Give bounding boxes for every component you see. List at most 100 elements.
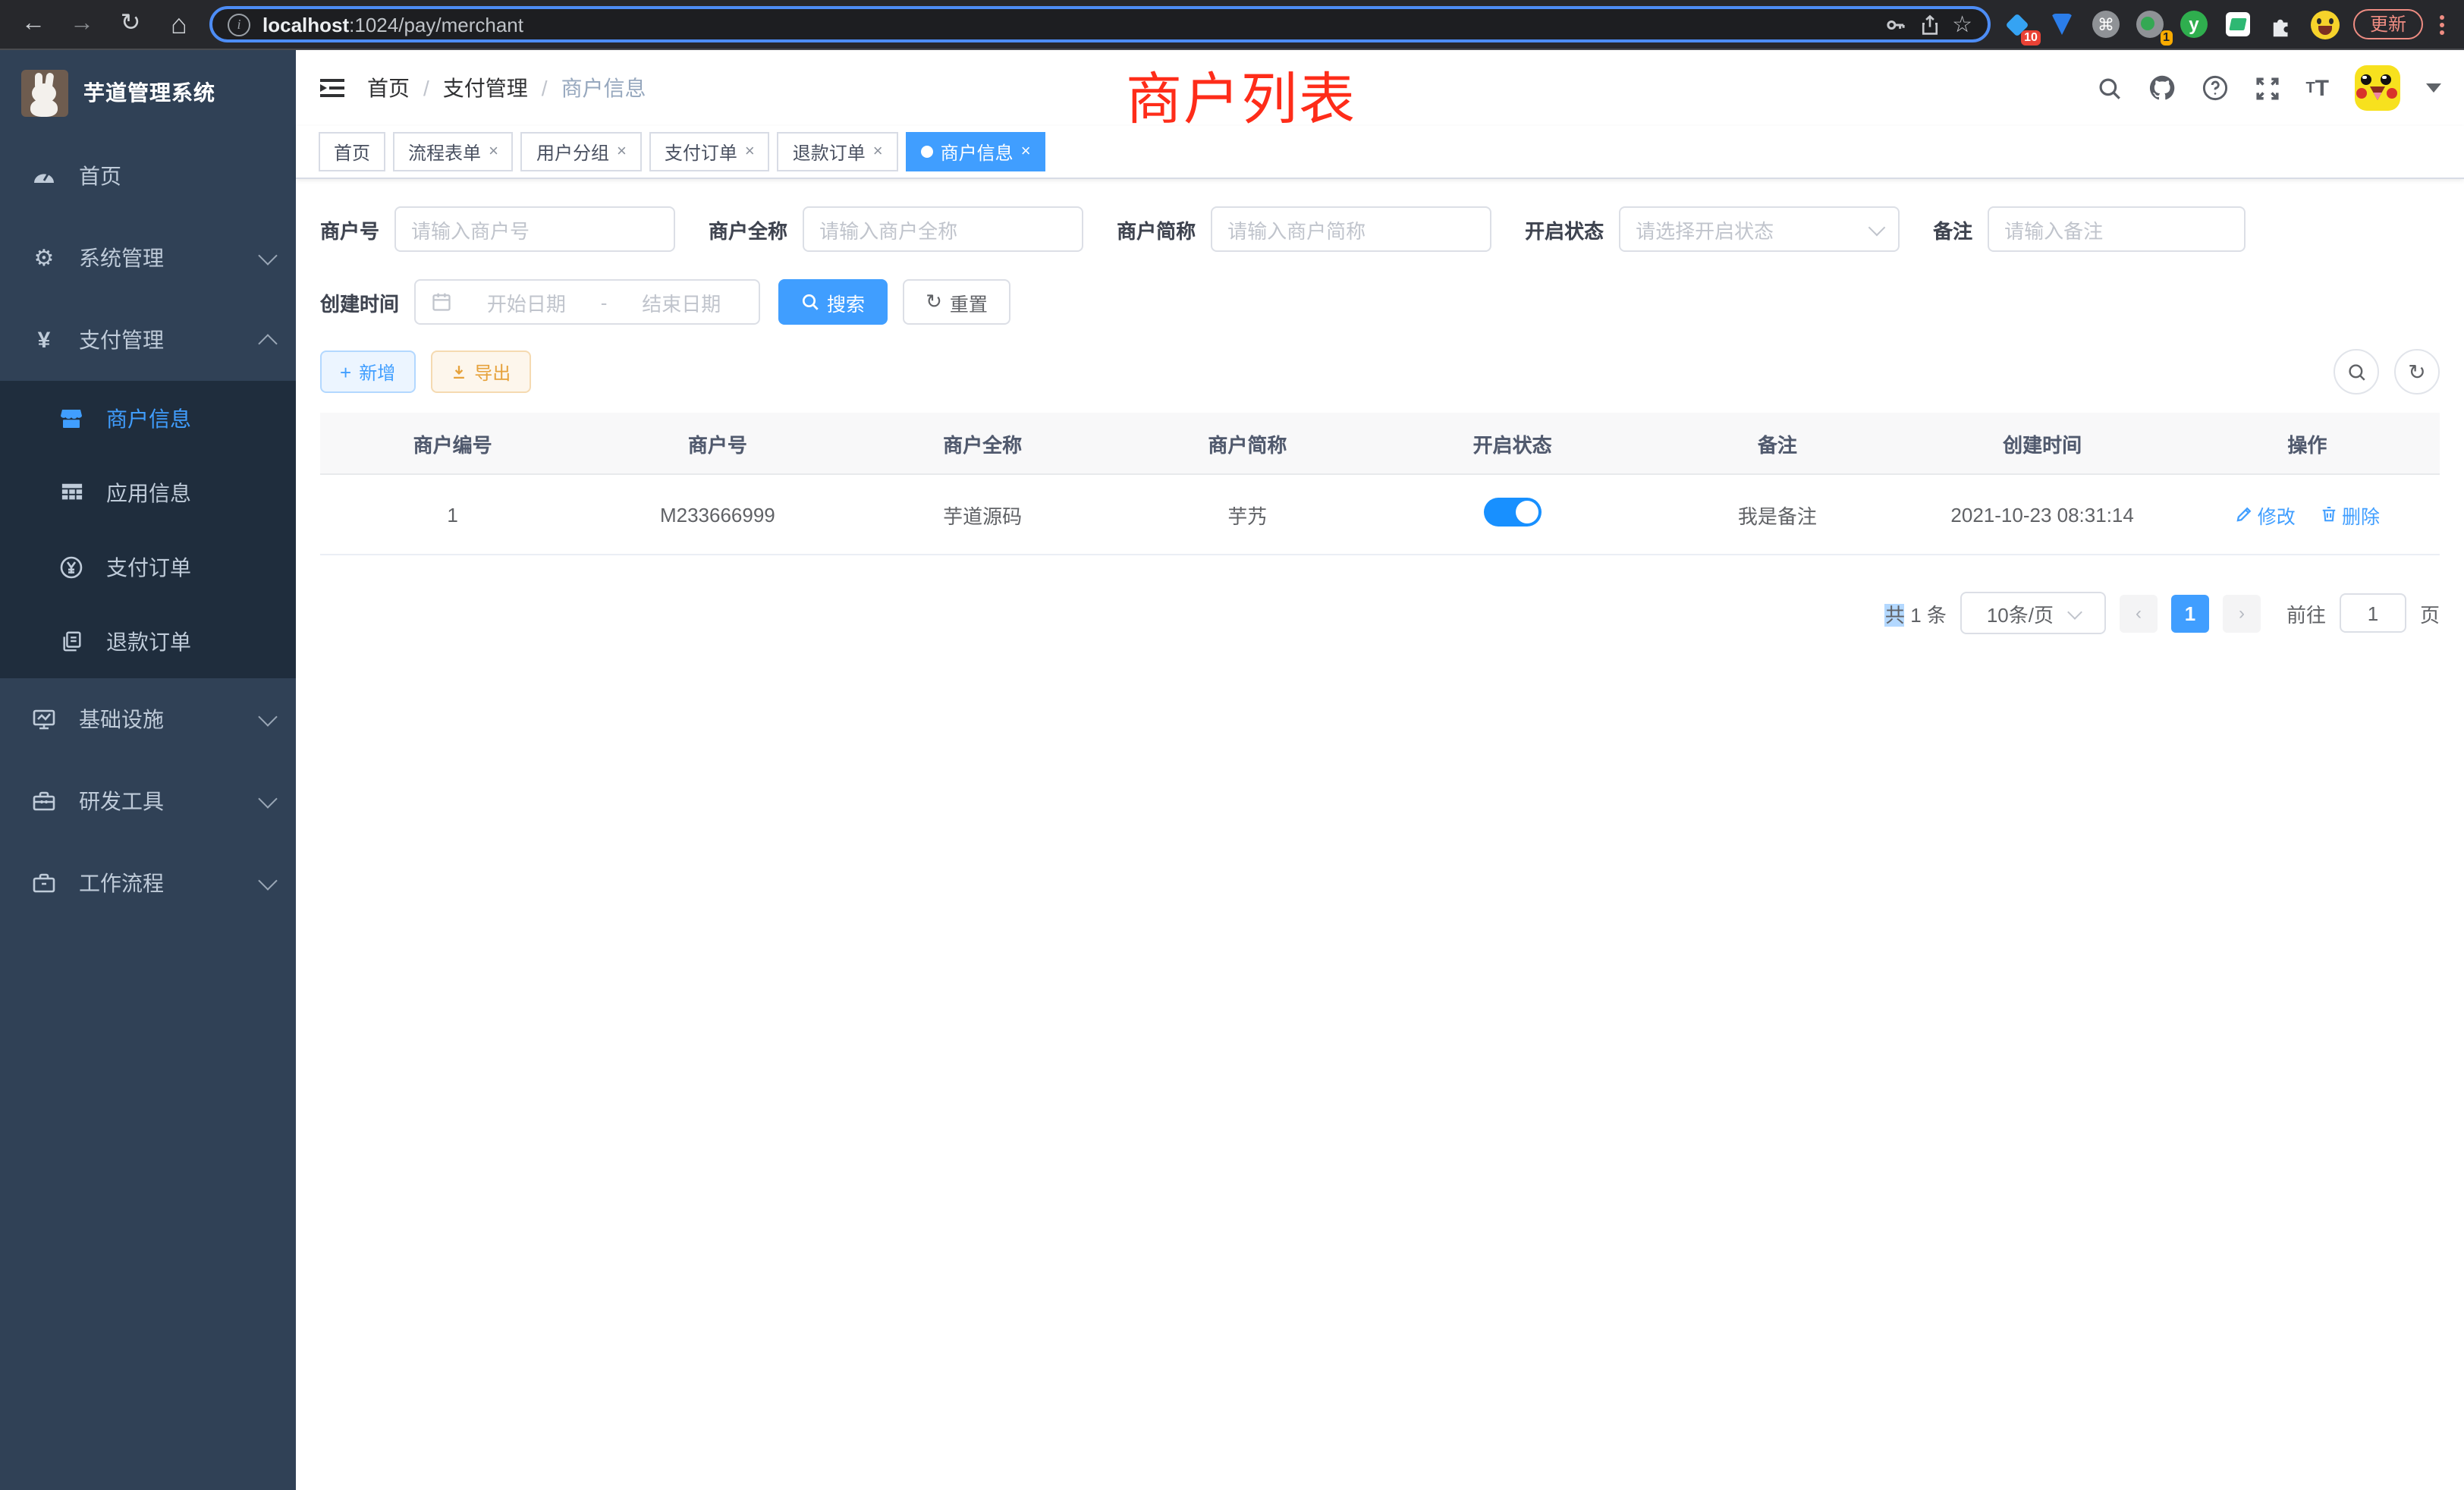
table-header-row: 商户编号 商户号 商户全称 商户简称 开启状态 备注 创建时间 操作: [320, 413, 2440, 474]
sidebar-item-dev-tools[interactable]: 研发工具: [0, 760, 296, 842]
tab-merchant-info[interactable]: 商户信息×: [906, 132, 1046, 171]
tab-process-form[interactable]: 流程表单×: [393, 132, 514, 171]
gear-icon: ⚙: [30, 244, 58, 272]
delete-link[interactable]: 删除: [2319, 500, 2380, 529]
back-icon[interactable]: ←: [15, 6, 52, 42]
grid-icon: [58, 481, 85, 504]
font-size-icon[interactable]: TT: [2305, 75, 2329, 101]
payment-submenu: 商户信息 应用信息 支付订单: [0, 381, 296, 678]
avatar[interactable]: [2355, 65, 2400, 111]
site-info-icon[interactable]: i: [228, 13, 250, 36]
export-button[interactable]: 导出: [430, 350, 530, 393]
cell-actions: 修改 删除: [2175, 474, 2440, 555]
search-button[interactable]: 搜索: [778, 279, 888, 325]
cell-full-name: 芋道源码: [850, 474, 1115, 555]
cell-short-name: 芋艿: [1115, 474, 1380, 555]
extension-icons: 10 ⌘ 1 y: [2003, 9, 2341, 39]
cell-merchant-id: 1: [320, 474, 585, 555]
sidebar-item-system[interactable]: ⚙ 系统管理: [0, 217, 296, 299]
table-row: 1 M233666999 芋道源码 芋艿 我是备注 2021-10-23 08:…: [320, 474, 2440, 555]
tags-view-bar: 首页 流程表单× 用户分组× 支付订单× 退款订单× 商户信息×: [296, 126, 2464, 179]
browser-toolbar: ← → ↻ ⌂ i localhost:1024/pay/merchant ☆ …: [0, 0, 2464, 50]
y-extension-icon[interactable]: y: [2179, 9, 2209, 39]
chevron-down-icon: [258, 870, 277, 889]
yen-circle-icon: [58, 555, 85, 579]
sidebar-item-workflow[interactable]: 工作流程: [0, 842, 296, 924]
sidebar-item-app-info[interactable]: 应用信息: [0, 455, 296, 530]
avatar-caret-icon[interactable]: [2426, 83, 2441, 93]
cell-status: [1380, 474, 1645, 555]
address-bar[interactable]: i localhost:1024/pay/merchant ☆: [209, 6, 1991, 42]
reset-button[interactable]: ↻ 重置: [903, 279, 1010, 325]
browser-menu-icon[interactable]: [2435, 14, 2449, 34]
merchant-short-input[interactable]: 请输入商户简称: [1211, 206, 1491, 252]
merchant-table: 商户编号 商户号 商户全称 商户简称 开启状态 备注 创建时间 操作 1: [320, 413, 2440, 555]
sidebar-item-pay-orders[interactable]: 支付订单: [0, 530, 296, 604]
password-key-icon[interactable]: [1884, 13, 1906, 36]
tab-pay-orders[interactable]: 支付订单×: [649, 132, 770, 171]
header-search-icon[interactable]: [2096, 75, 2122, 101]
create-time-range-picker[interactable]: 开始日期 - 结束日期: [414, 279, 760, 325]
help-icon[interactable]: [2201, 74, 2228, 102]
show-search-icon-button[interactable]: [2334, 349, 2379, 395]
screen: ← → ↻ ⌂ i localhost:1024/pay/merchant ☆ …: [0, 0, 2464, 1490]
github-icon[interactable]: [2148, 74, 2175, 102]
url-text: localhost:1024/pay/merchant: [262, 13, 1872, 36]
fullscreen-icon[interactable]: [2254, 75, 2280, 101]
goto-page-input[interactable]: [2340, 593, 2406, 633]
tab-refund-orders[interactable]: 退款订单×: [778, 132, 898, 171]
app-logo[interactable]: 芋道管理系统: [0, 50, 296, 135]
command-extension-icon[interactable]: ⌘: [2091, 9, 2121, 39]
yen-icon: ¥: [30, 327, 58, 353]
sidebar-item-merchant-info[interactable]: 商户信息: [0, 381, 296, 455]
extensions-puzzle-icon[interactable]: [2267, 9, 2297, 39]
breadcrumb: 首页 / 支付管理 / 商户信息: [367, 73, 646, 103]
page-1-button[interactable]: 1: [2171, 594, 2209, 632]
merchant-no-input[interactable]: 请输入商户号: [394, 206, 675, 252]
tab-close-icon[interactable]: ×: [617, 143, 627, 161]
refresh-table-button[interactable]: ↻: [2394, 349, 2440, 395]
sidebar-item-payment[interactable]: ¥ 支付管理: [0, 299, 296, 381]
merchant-name-input[interactable]: 请输入商户全称: [803, 206, 1083, 252]
sidebar-item-infrastructure[interactable]: 基础设施: [0, 678, 296, 760]
tab-close-icon[interactable]: ×: [745, 143, 755, 161]
tab-close-icon[interactable]: ×: [1021, 143, 1031, 161]
sketch-extension-icon[interactable]: 10: [2003, 9, 2033, 39]
page-size-select[interactable]: 10条/页: [1960, 592, 2106, 634]
tab-close-icon[interactable]: ×: [489, 143, 498, 161]
browser-update-button[interactable]: 更新: [2353, 9, 2423, 39]
status-select[interactable]: 请选择开启状态: [1619, 206, 1900, 252]
shop-icon: [58, 406, 85, 430]
tab-close-icon[interactable]: ×: [873, 143, 883, 161]
plus-icon: +: [340, 360, 351, 383]
edit-link[interactable]: 修改: [2235, 500, 2296, 529]
cell-remark: 我是备注: [1645, 474, 1909, 555]
chevron-down-icon: [258, 245, 277, 264]
gem-extension-icon[interactable]: [2047, 9, 2077, 39]
forward-icon[interactable]: →: [64, 6, 100, 42]
bookmark-star-icon[interactable]: ☆: [1952, 11, 1972, 38]
tab-user-group[interactable]: 用户分组×: [521, 132, 642, 171]
sidebar-item-refund-orders[interactable]: 退款订单: [0, 604, 296, 678]
cell-create-time: 2021-10-23 08:31:14: [1910, 474, 2175, 555]
table-toolbar: + 新增 导出 ↻: [320, 349, 2440, 395]
prev-page-button[interactable]: ‹: [2120, 594, 2158, 632]
breadcrumb-payment[interactable]: 支付管理: [443, 73, 528, 103]
status-toggle[interactable]: [1484, 498, 1542, 527]
breadcrumb-home[interactable]: 首页: [367, 73, 410, 103]
reload-icon[interactable]: ↻: [112, 6, 149, 42]
remark-input[interactable]: 请输入备注: [1988, 206, 2246, 252]
tray-extension-icon[interactable]: 1: [2135, 9, 2165, 39]
doc-extension-icon[interactable]: [2223, 9, 2253, 39]
add-button[interactable]: + 新增: [320, 350, 415, 393]
share-icon[interactable]: [1919, 13, 1940, 36]
tab-home[interactable]: 首页: [319, 132, 385, 171]
profile-emoji-icon[interactable]: [2311, 9, 2341, 39]
home-icon[interactable]: ⌂: [161, 6, 197, 42]
chevron-down-icon: [2066, 604, 2082, 619]
sidebar-toggle-icon[interactable]: [319, 74, 346, 102]
table-tools: ↻: [2334, 349, 2440, 395]
next-page-button[interactable]: ›: [2223, 594, 2261, 632]
sidebar-item-home[interactable]: 首页: [0, 135, 296, 217]
breadcrumb-current: 商户信息: [561, 73, 646, 103]
